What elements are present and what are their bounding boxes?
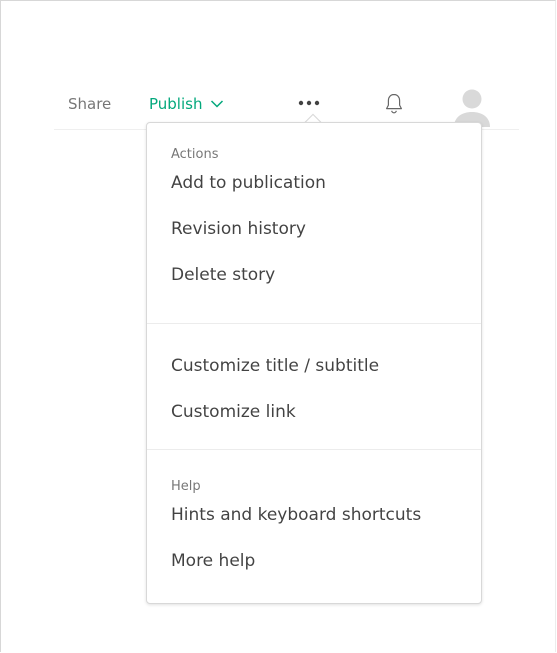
publish-label: Publish <box>149 95 203 113</box>
chevron-down-icon <box>211 100 224 108</box>
more-actions-menu: Actions Add to publication Revision hist… <box>146 122 482 604</box>
menu-item-customize-link[interactable]: Customize link <box>171 401 379 423</box>
share-button[interactable]: Share <box>68 94 111 114</box>
more-horizontal-icon[interactable] <box>296 96 322 110</box>
publish-button[interactable]: Publish <box>149 94 224 114</box>
menu-divider <box>147 323 481 324</box>
menu-item-hints-shortcuts[interactable]: Hints and keyboard shortcuts <box>171 504 421 526</box>
menu-item-revision-history[interactable]: Revision history <box>171 218 481 240</box>
menu-section-label: Actions <box>171 147 219 162</box>
menu-item-customize-title[interactable]: Customize title / subtitle <box>171 355 379 377</box>
menu-section-customize: Customize title / subtitle Customize lin… <box>147 355 379 423</box>
menu-section-help: Help Hints and keyboard shortcuts More h… <box>147 479 421 572</box>
bell-icon[interactable] <box>384 92 404 116</box>
menu-section-actions: Actions Add to publication Revision hist… <box>147 123 481 286</box>
menu-item-delete-story[interactable]: Delete story <box>171 264 481 286</box>
menu-divider <box>147 449 481 450</box>
menu-item-more-help[interactable]: More help <box>171 550 421 572</box>
menu-item-add-to-publication[interactable]: Add to publication <box>171 172 481 194</box>
menu-section-label: Help <box>171 479 201 494</box>
